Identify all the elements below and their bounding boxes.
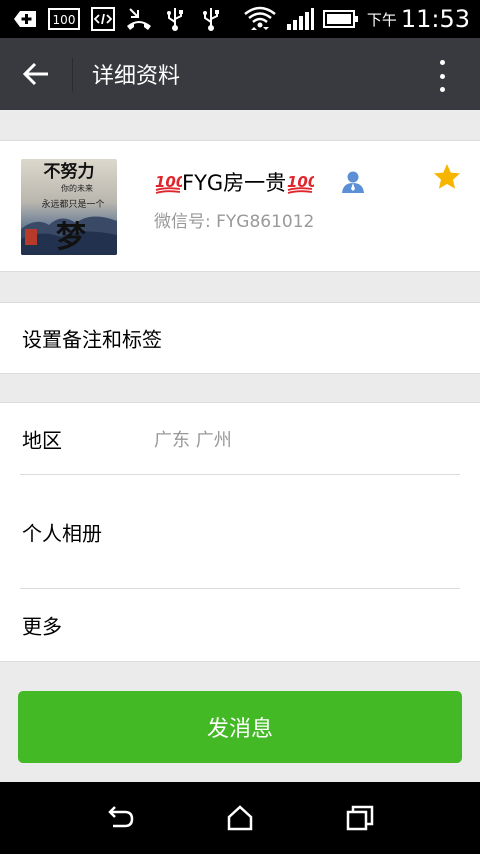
nav-home-button[interactable] [220,802,260,834]
set-remark-tags-label: 设置备注和标签 [22,327,162,352]
personal-album-label: 个人相册 [22,521,102,546]
action-bar: 详细资料 [0,38,480,110]
home-icon [227,805,253,831]
remark-section: 设置备注和标签 [0,302,480,374]
usb-icon [162,6,188,32]
dot-icon [439,73,445,79]
avatar[interactable]: 不努力 你的未来 永远都只是一个 梦 [21,159,117,255]
region-value: 广东 广州 [154,430,232,451]
usb-icon-2 [198,6,224,32]
star-favorite-button[interactable] [432,162,462,192]
add-notification-icon [12,6,38,32]
more-options-button[interactable] [426,56,458,96]
personal-album-row[interactable]: 个人相册 [0,475,480,589]
name-row: 100 FYG房一贵 100 [154,167,319,197]
wifi-icon [243,4,277,34]
clock: 11:53 [400,5,470,33]
more-label: 更多 [22,614,62,639]
region-label: 地区 [22,428,62,453]
nav-back-icon [108,806,134,828]
signal-icon [285,6,315,32]
dot-icon [439,87,445,92]
recents-icon [346,805,374,831]
code-icon [90,6,116,32]
missed-call-icon [126,6,152,32]
contact-name: FYG房一贵 [182,171,287,195]
avatar-line2: 你的未来 [61,183,93,193]
avatar-line1: 不努力 [44,161,95,182]
wechat-id: 微信号: FYG861012 [154,212,315,232]
star-icon [434,164,460,189]
notification-icons: 100 [12,6,224,32]
status-bar: 100 下午 11:53 [0,0,480,38]
navigation-bar [0,782,480,854]
nav-back-button[interactable] [100,802,140,834]
battery-icon [322,6,359,32]
action-bar-divider [72,58,73,92]
more-row[interactable]: 更多 [0,589,480,661]
back-arrow-icon [22,62,48,86]
hundred-points-icon: 100 [154,169,186,195]
battery-label: 100 [53,13,76,27]
info-section: 地区 广东 广州 个人相册 更多 [0,402,480,662]
back-button[interactable] [14,54,58,94]
avatar-line4: 梦 [56,220,86,255]
dot-icon [439,60,445,65]
time-ampm: 下午 [366,10,397,29]
send-message-button[interactable]: 发消息 [18,691,462,763]
contact-person-icon [340,169,366,195]
set-remark-tags-row[interactable]: 设置备注和标签 [0,303,480,373]
avatar-line3: 永远都只是一个 [41,198,104,210]
system-status: 下午 11:53 [243,4,470,34]
profile-card: 不努力 你的未来 永远都只是一个 梦 100 FYG房一贵 100 微信号: F… [0,140,480,272]
battery-100-notification-icon: 100 [48,6,80,32]
nav-recents-button[interactable] [340,802,380,834]
region-row: 地区 广东 广州 [0,403,480,475]
hundred-points-icon: 100 [286,169,319,195]
page-title: 详细资料 [92,64,181,89]
